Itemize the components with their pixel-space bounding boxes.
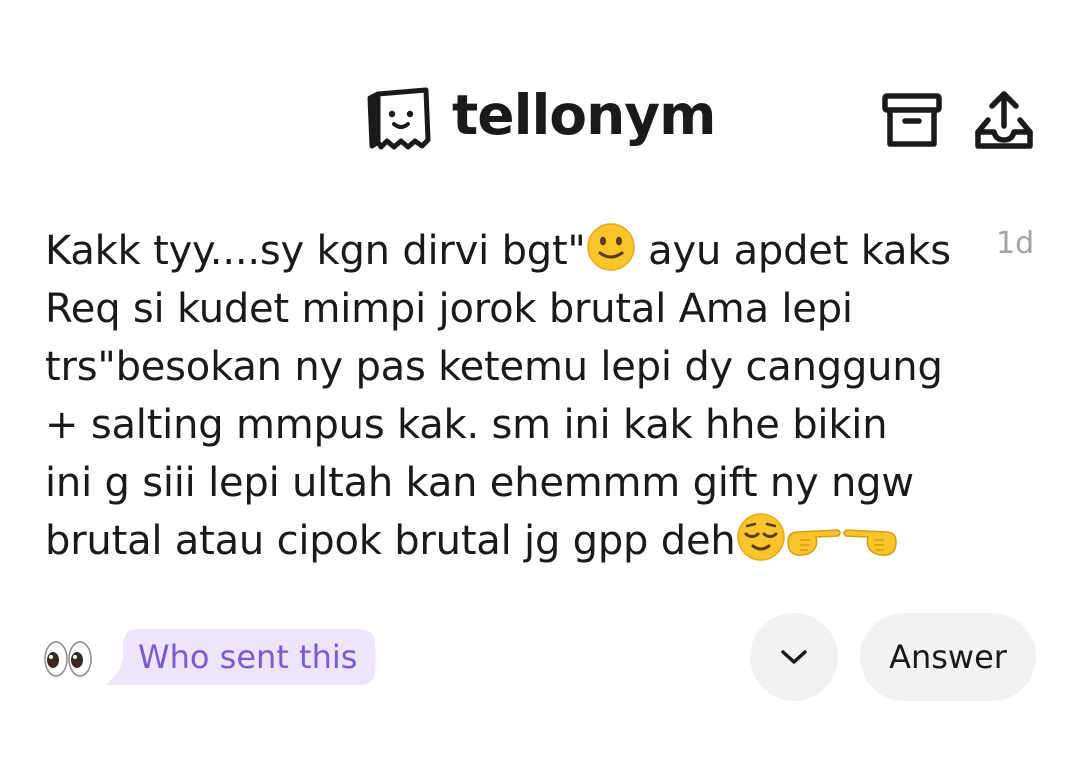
expand-options-button[interactable] xyxy=(750,613,838,701)
backhand-pointing-left-emoji xyxy=(842,529,897,556)
message-line: ini g siii lepi ultah kan ehemmm gift ny… xyxy=(45,460,914,506)
message-line: Req si kudet mimpi jorok brutal Ama lepi xyxy=(45,286,853,332)
timestamp: 1d xyxy=(996,226,1035,261)
tellonym-logo: tellonym xyxy=(366,82,716,154)
who-sent-this-button[interactable]: Who sent this xyxy=(106,629,376,685)
message-text: Kakk tyy....sy kgn dirvi bgt" xyxy=(45,228,586,274)
message-line: trs"besokan ny pas ketemu lepi dy canggu… xyxy=(45,344,943,390)
tellonym-logo-icon xyxy=(367,87,431,150)
message-text: brutal atau cipok brutal jg gpp deh xyxy=(45,518,736,564)
share-icon xyxy=(975,91,1033,149)
message-line: + salting mmpus kak. sm ini kak hhe biki… xyxy=(45,402,888,448)
message-line: brutal atau cipok brutal jg gpp deh xyxy=(45,512,945,570)
eyes-icon xyxy=(44,641,92,677)
slightly-smiling-face-emoji xyxy=(586,223,635,271)
app-header: tellonym xyxy=(0,0,1080,190)
backhand-pointing-right-emoji xyxy=(786,529,841,556)
message-line: Kakk tyy....sy kgn dirvi bgt" ayu apdet … xyxy=(45,222,951,280)
message-text: ayu apdet kaks xyxy=(635,228,951,274)
chevron-down-icon xyxy=(781,650,807,664)
archive-button[interactable] xyxy=(882,90,942,152)
tell-detail-screen: tellonym Kakk tyy....sy kgn dirvi bgt" a… xyxy=(0,0,1080,774)
archive-icon xyxy=(882,93,942,147)
relieved-face-emoji xyxy=(736,513,785,561)
tell-message: Kakk tyy....sy kgn dirvi bgt" ayu apdet … xyxy=(45,222,951,570)
brand-name: tellonym xyxy=(452,82,716,147)
who-sent-this-label: Who sent this xyxy=(138,638,358,676)
share-button[interactable] xyxy=(974,90,1034,152)
answer-button[interactable]: Answer xyxy=(860,613,1036,701)
